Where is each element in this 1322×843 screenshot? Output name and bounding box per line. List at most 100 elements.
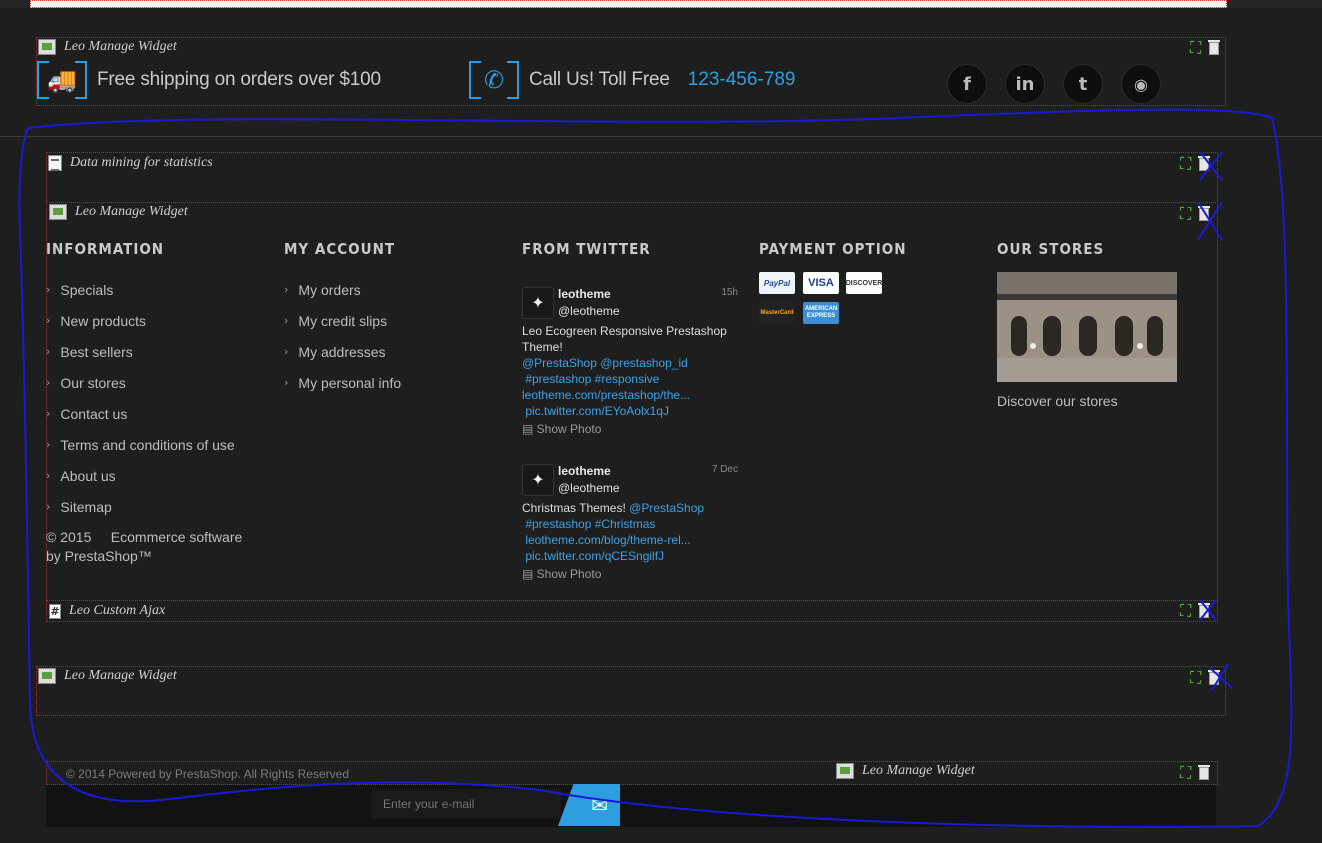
expand-icon[interactable]: ⛶: [1190, 40, 1201, 56]
show-photo[interactable]: ▤ Show Photo: [522, 567, 601, 581]
tweet-author[interactable]: leotheme: [558, 464, 611, 478]
top-white-bar: [30, 0, 1227, 8]
discover-stores-link[interactable]: Discover our stores: [997, 393, 1118, 409]
account-link-orders[interactable]: › My orders: [284, 274, 401, 305]
photo-icon: ▤: [522, 567, 537, 581]
account-link-personal-info[interactable]: › My personal info: [284, 367, 401, 398]
twitter-column: FROM TWITTER: [522, 240, 651, 258]
call-text: Call Us! Toll Free: [529, 69, 670, 90]
lower-widget-box: [36, 666, 1226, 716]
lower-widget-label: Leo Manage Widget: [38, 668, 177, 684]
twitter-icon[interactable]: t: [1063, 64, 1103, 104]
information-column: INFORMATION › Specials › New products › Bes…: [46, 240, 242, 566]
header-widget-label: Leo Manage Widget: [38, 39, 177, 55]
tweet-body: Christmas Themes! @PrestaShop #prestasho…: [522, 500, 736, 564]
trash-icon[interactable]: [1208, 39, 1221, 55]
tweet-link[interactable]: pic.twitter.com/qCESngilfJ: [522, 548, 736, 564]
trash-icon[interactable]: [1208, 669, 1221, 685]
tweet-time: 7 Dec: [711, 464, 738, 475]
bottom-widget-label: Leo Manage Widget: [836, 763, 975, 779]
payment-title: PAYMENT OPTION: [759, 240, 907, 258]
info-link-new-products[interactable]: › New products: [46, 305, 242, 336]
amex-card: AMERICAN EXPRESS: [803, 302, 839, 324]
linkedin-icon[interactable]: in: [1005, 64, 1045, 104]
photo-icon: ▤: [522, 422, 537, 436]
stores-title: OUR STORES: [997, 240, 1105, 258]
hash-icon: #: [49, 603, 61, 619]
tweet-link[interactable]: leotheme.com/prestashop/the...: [522, 387, 736, 403]
phone-number[interactable]: 123-456-789: [688, 69, 796, 91]
custom-ajax-controls: ⛶: [1180, 602, 1211, 619]
widget-image-icon: [38, 39, 56, 55]
information-title: INFORMATION: [46, 240, 165, 258]
tweet-link[interactable]: pic.twitter.com/EYoAolx1qJ: [522, 403, 736, 419]
account-link-credit-slips[interactable]: › My credit slips: [284, 305, 401, 336]
tweet-body: Leo Ecogreen Responsive Prestashop Theme…: [522, 323, 736, 419]
call-service: ✆ Call Us! Toll Free 123-456-789: [469, 61, 795, 99]
tweet-handle[interactable]: @leotheme: [558, 481, 620, 495]
powered-by-text: © 2014 Powered by PrestaShop. All Rights…: [66, 767, 349, 781]
payment-column: PAYMENT OPTION: [759, 240, 906, 258]
info-link-our-stores[interactable]: › Our stores: [46, 367, 242, 398]
avatar: ✦: [522, 287, 554, 319]
tweet-link[interactable]: #prestashop #responsive: [522, 371, 736, 387]
account-column: MY ACCOUNT › My orders › My credit slips ›…: [284, 240, 401, 398]
tweet-link[interactable]: leotheme.com/blog/theme-rel...: [522, 532, 736, 548]
info-link-sitemap[interactable]: › Sitemap: [46, 491, 242, 522]
tweet-link[interactable]: @PrestaShop @prestashop_id: [522, 355, 736, 371]
widget-image-icon: [38, 668, 56, 684]
widget-image-icon: [836, 763, 854, 779]
bottom-widget-controls: ⛶: [1180, 764, 1211, 781]
tweet-link[interactable]: #prestashop #Christmas: [522, 516, 736, 532]
info-link-about-us[interactable]: › About us: [46, 460, 242, 491]
lower-widget-controls: ⛶: [1190, 669, 1221, 686]
header-separator: [0, 136, 1322, 137]
social-links: f in t ◉: [947, 64, 1161, 104]
trash-icon[interactable]: [1198, 205, 1211, 221]
trash-icon[interactable]: [1198, 602, 1211, 618]
data-mining-controls: ⛶: [1180, 155, 1211, 172]
expand-icon[interactable]: ⛶: [1180, 603, 1191, 619]
visa-card: VISA: [803, 272, 839, 294]
footer-widget-label: Leo Manage Widget: [49, 204, 188, 220]
info-link-contact-us[interactable]: › Contact us: [46, 398, 242, 429]
copyright: © 2015 Ecommerce software by PrestaShop™: [46, 529, 243, 564]
mastercard-card: MasterCard: [759, 302, 795, 324]
store-image[interactable]: [997, 272, 1177, 382]
envelope-icon: ✉: [591, 794, 608, 817]
widget-image-icon: [49, 204, 67, 220]
tweet-time: 15h: [721, 287, 738, 298]
truck-icon: 🚚: [37, 61, 87, 99]
tweet-author[interactable]: leotheme: [558, 287, 611, 301]
data-mining-widget-label: Data mining for statistics: [48, 155, 213, 171]
facebook-icon[interactable]: f: [947, 64, 987, 104]
newsletter-bar: [46, 785, 1216, 827]
account-title: MY ACCOUNT: [284, 240, 396, 258]
tweet-handle[interactable]: @leotheme: [558, 304, 620, 318]
stores-column: OUR STORES: [997, 240, 1104, 258]
shipping-text: Free shipping on orders over $100: [97, 69, 381, 90]
shipping-service: 🚚 Free shipping on orders over $100: [37, 61, 381, 99]
show-photo[interactable]: ▤ Show Photo: [522, 422, 601, 436]
top-strip: [0, 0, 1322, 8]
discover-card: DISCOVER: [846, 272, 882, 294]
account-link-addresses[interactable]: › My addresses: [284, 336, 401, 367]
rss-icon[interactable]: ◉: [1121, 64, 1161, 104]
tweet-link[interactable]: @PrestaShop: [629, 501, 704, 515]
trash-icon[interactable]: [1198, 764, 1211, 780]
expand-icon[interactable]: ⛶: [1180, 206, 1191, 222]
expand-icon[interactable]: ⛶: [1180, 765, 1191, 781]
twitter-title: FROM TWITTER: [522, 240, 651, 258]
trash-icon[interactable]: [1198, 155, 1211, 171]
info-link-best-sellers[interactable]: › Best sellers: [46, 336, 242, 367]
store-building-illustration: [997, 272, 1177, 382]
expand-icon[interactable]: ⛶: [1180, 156, 1191, 172]
phone-icon: ✆: [469, 61, 519, 99]
custom-ajax-widget-box: [46, 600, 1218, 622]
info-link-specials[interactable]: › Specials: [46, 274, 242, 305]
expand-icon[interactable]: ⛶: [1190, 670, 1201, 686]
newsletter-email-input[interactable]: [371, 789, 561, 819]
data-mining-widget-box: [46, 152, 1218, 203]
header-widget-controls: ⛶: [1190, 39, 1221, 56]
info-link-terms[interactable]: › Terms and conditions of use: [46, 429, 242, 460]
